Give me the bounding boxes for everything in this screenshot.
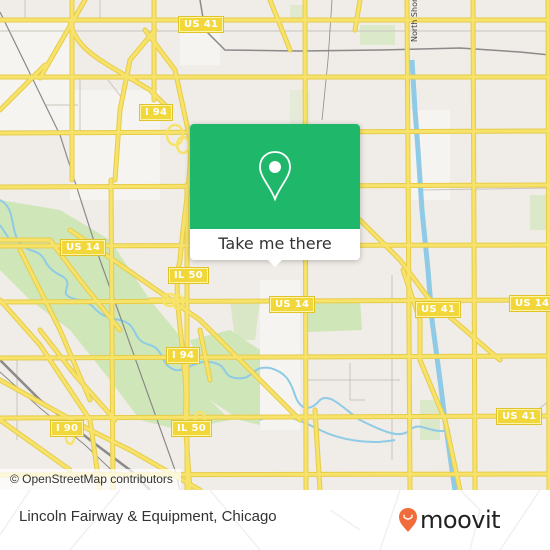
street-label-north-shore: North Shore: [410, 0, 419, 42]
route-shield-il-50: IL 50: [168, 267, 209, 284]
route-shield-us-41: US 41: [414, 301, 462, 318]
popup-pointer: [267, 259, 283, 267]
route-shield-il-50: IL 50: [171, 420, 212, 437]
route-shield-i-94: I 94: [138, 104, 174, 121]
moovit-wordmark: moovit: [420, 506, 501, 534]
map-widget: US 41 I 94 US 14 IL 50 US 14 US 41 US 14…: [0, 0, 550, 550]
popup-header: [190, 124, 360, 229]
moovit-logo[interactable]: moovit: [398, 502, 501, 538]
footer-bar: Lincoln Fairway & Equipment, Chicago moo…: [0, 490, 550, 550]
route-shield-i-90: I 90: [49, 420, 85, 437]
route-shield-us-41: US 41: [177, 16, 225, 33]
take-me-there-popup[interactable]: Take me there: [190, 124, 360, 267]
route-shield-us-41: US 41: [495, 408, 543, 425]
route-shield-us-14: US 14: [268, 296, 316, 313]
moovit-smiley-pin-icon: [399, 508, 417, 532]
route-shield-us-14: US 14: [59, 239, 107, 256]
route-shield-i-94: I 94: [165, 347, 201, 364]
location-pin-icon: [259, 151, 291, 202]
take-me-there-button[interactable]: Take me there: [190, 229, 360, 260]
map-canvas[interactable]: US 41 I 94 US 14 IL 50 US 14 US 41 US 14…: [0, 0, 550, 490]
place-name: Lincoln Fairway & Equipment, Chicago: [19, 508, 277, 525]
osm-attribution[interactable]: © OpenStreetMap contributors: [0, 469, 181, 490]
route-shield-us-14: US 14: [508, 295, 550, 312]
